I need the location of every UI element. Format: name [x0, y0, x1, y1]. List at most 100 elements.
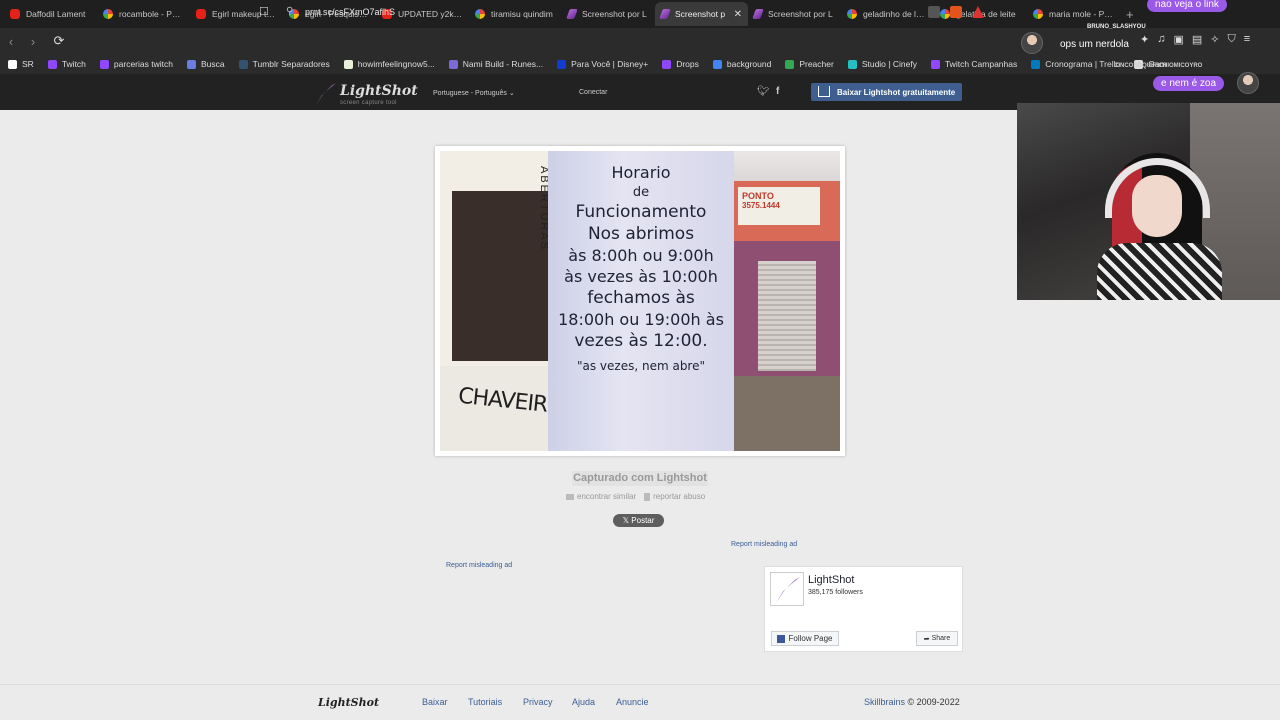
follow-page-button[interactable]: Follow Page — [771, 631, 839, 646]
brave-shield-icon[interactable] — [950, 6, 962, 18]
tab-label: Screenshot por L — [768, 9, 833, 19]
browser-tab[interactable]: rocambole - Pesq — [97, 2, 190, 26]
browser-tab[interactable]: Egirl makeup trad — [190, 2, 283, 26]
lightshot-icon — [566, 9, 578, 19]
browser-tab[interactable]: Screenshot por L — [562, 2, 655, 26]
google-icon — [847, 9, 857, 19]
close-tab-icon[interactable]: ✕ — [734, 9, 742, 20]
browser-tab[interactable]: tiramisu quindim — [469, 2, 562, 26]
lightshot-icon — [659, 9, 671, 19]
sign-line: de — [632, 185, 650, 200]
footer-logo[interactable]: LightShot — [318, 696, 379, 709]
language-select[interactable]: Portuguese - Português ⌄ — [433, 89, 515, 97]
report-abuse-link[interactable]: reportar abuso — [644, 492, 705, 501]
lightshot-logo[interactable]: LightShot screen capture tool — [316, 82, 418, 106]
ai-icon[interactable]: ✧ — [1210, 33, 1219, 46]
bookmark-item[interactable]: Preacher — [785, 59, 834, 69]
bookmark-label: SR — [22, 59, 34, 69]
twitter-icon[interactable]: 🐦︎ — [757, 86, 770, 97]
bookmark-favicon-icon — [557, 59, 567, 69]
footer-link-help[interactable]: Ajuda — [572, 697, 595, 707]
chat-username: BRUNO_SLASHYOU — [1087, 24, 1146, 30]
bookmark-item[interactable]: Cronograma | Trello — [1031, 59, 1120, 69]
url-field[interactable]: prnt.sc/csFXmO7aflhS — [305, 7, 395, 17]
page-name[interactable]: LightShot — [808, 574, 854, 586]
bookmark-item[interactable]: Nami Build - Runes... — [448, 59, 543, 69]
bookmark-item[interactable]: Tumblr Separadores — [238, 59, 330, 69]
report-ad-link[interactable]: Report misleading ad — [731, 541, 797, 548]
report-ad-link[interactable]: Report misleading ad — [446, 562, 512, 569]
bookmark-item[interactable]: Para Você | Disney+ — [557, 59, 648, 69]
bookmark-item[interactable]: parcerias twitch — [99, 59, 173, 69]
install-icon[interactable] — [928, 6, 940, 18]
image-shop-name: PONTO — [742, 191, 774, 201]
tab-label: Daffodil Lament — [26, 9, 86, 19]
find-similar-label: encontrar similar — [577, 492, 637, 501]
sign-line: fechamos às — [587, 288, 695, 308]
tab-label: tiramisu quindim — [491, 9, 553, 19]
tab-label: UPDATED y2k alt — [398, 9, 463, 19]
screenshot-image[interactable]: CHAVEIRO ABERTURAS PONTO 3575.1444 Horar… — [440, 151, 840, 451]
footer-link-privacy[interactable]: Privacy — [523, 697, 553, 707]
menu-icon[interactable]: ≡ — [1244, 33, 1250, 46]
vpn-icon[interactable]: ⛉ — [1228, 33, 1236, 46]
bookmark-icon[interactable]: ☐ — [259, 5, 269, 18]
share-icon: ➦ — [923, 635, 930, 643]
flag-icon — [644, 492, 651, 501]
bookmark-label: Busca — [200, 59, 225, 69]
browser-tab[interactable]: Daffodil Lament — [4, 2, 97, 26]
page-avatar[interactable] — [770, 572, 804, 606]
bookmark-item[interactable]: Busca — [186, 59, 225, 69]
download-button[interactable]: Baixar Lightshot gratuitamente — [811, 83, 962, 101]
google-icon — [1033, 9, 1043, 19]
forward-icon[interactable]: › — [22, 34, 44, 49]
tab-label: Screenshot por L — [582, 9, 647, 19]
sign-line: Nos abrimos — [587, 224, 695, 244]
share-button[interactable]: ➦ Share — [916, 631, 958, 646]
bookmark-item[interactable]: howimfeelingnow5... — [343, 59, 435, 69]
post-button[interactable]: 𝕏 Postar — [613, 514, 664, 527]
new-tab-icon[interactable]: + — [1126, 7, 1134, 22]
footer-link-download[interactable]: Baixar — [422, 697, 448, 707]
tab-label: Screenshot p — [675, 9, 726, 19]
wallet-icon[interactable]: ▤ — [1192, 33, 1202, 46]
bookmark-item[interactable]: Studio | Cinefy — [847, 59, 917, 69]
sign-line: vezes às 12:00. — [574, 331, 708, 351]
bookmark-favicon-icon — [1031, 59, 1041, 69]
bookmark-item[interactable]: Drops — [662, 59, 699, 69]
connect-link[interactable]: Conectar — [579, 89, 607, 96]
rewards-icon[interactable] — [972, 6, 984, 18]
chat-avatar — [1237, 72, 1259, 94]
captured-label[interactable]: Capturado com Lightshot — [572, 471, 708, 486]
copyright: Skillbrains © 2009-2022 — [864, 697, 960, 707]
bookmark-label: Preacher — [799, 59, 834, 69]
browser-tab[interactable]: geladinho de leite — [841, 2, 934, 26]
sidebar-icon[interactable]: ▣ — [1173, 33, 1183, 46]
bookmark-item[interactable]: background — [712, 59, 771, 69]
bookmark-favicon-icon — [99, 59, 109, 69]
bookmark-label: Para Você | Disney+ — [571, 59, 649, 69]
facebook-icon[interactable]: f — [776, 86, 779, 97]
footer-link-tutorials[interactable]: Tutoriais — [468, 697, 502, 707]
quill-icon — [776, 577, 800, 603]
browser-tab[interactable]: Screenshot por L — [748, 2, 841, 26]
puzzle-icon[interactable]: ✦ — [1140, 33, 1149, 46]
bookmark-item[interactable]: Twitch Campanhas — [930, 59, 1017, 69]
footer-link-advertise[interactable]: Anuncie — [616, 697, 649, 707]
google-icon — [475, 9, 485, 19]
music-icon[interactable]: ♫ — [1157, 33, 1165, 46]
copyright-text: © 2009-2022 — [907, 697, 960, 707]
bookmark-item[interactable]: Twitch — [47, 59, 86, 69]
bookmark-item[interactable]: SR — [8, 59, 34, 69]
reload-icon[interactable]: ⟳ — [48, 33, 70, 49]
bookmark-label: Drops — [676, 59, 699, 69]
follow-label: Follow Page — [788, 634, 833, 643]
post-label: Postar — [631, 516, 655, 525]
back-icon[interactable]: ‹ — [0, 34, 22, 49]
skillbrains-link[interactable]: Skillbrains — [864, 697, 905, 707]
chat-username: CINCOSOQUIRICHIOMICOYRO — [1114, 63, 1203, 69]
browser-tab[interactable]: Screenshot p ✕ — [655, 2, 748, 26]
site-info-icon[interactable]: ⚲ — [286, 6, 293, 17]
browser-tab[interactable]: maria mole - Pesq — [1027, 2, 1120, 26]
find-similar-link[interactable]: encontrar similar — [566, 492, 636, 501]
